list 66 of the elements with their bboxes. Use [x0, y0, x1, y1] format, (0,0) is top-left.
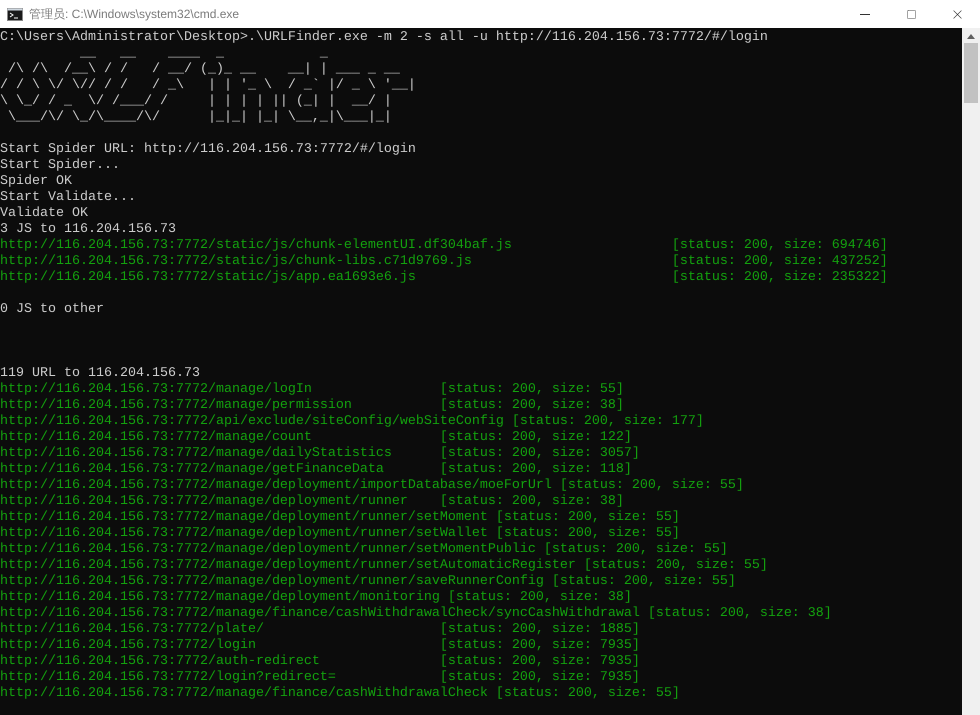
group-heading: 119 URL to 116.204.156.73 — [0, 366, 200, 382]
window-title: 管理员: C:\Windows\system32\cmd.exe — [29, 6, 240, 23]
url-text: http://116.204.156.73:7772/static/js/chunk-libs.c71d9769.js — [0, 254, 473, 270]
log-line: Spider OK — [0, 174, 72, 190]
scrollbar-thumb[interactable] — [964, 43, 978, 103]
url-text: http://116.204.156.73:7772/manage/logIn — [0, 382, 313, 398]
url-text: http://116.204.156.73:7772/manage/permission — [0, 398, 353, 414]
status-text: [status: 200, size: 1885] — [440, 622, 640, 638]
url-text: http://116.204.156.73:7772/api/exclude/siteConfig/webSiteConfig — [0, 414, 505, 430]
scroll-up-arrow-icon[interactable] — [967, 34, 975, 39]
status-text: [status: 200, size: 7935] — [440, 638, 640, 654]
log-line: Validate OK — [0, 206, 88, 222]
url-text: http://116.204.156.73:7772/manage/deployment/runner/setWallet — [0, 526, 489, 542]
url-text: http://116.204.156.73:7772/manage/finance/cashWithdrawalCheck — [0, 686, 489, 702]
command-line: C:\Users\Administrator\Desktop>.\URLFinder.exe -m 2 -s all -u http://116.204.156.73:7772/#/login — [0, 30, 769, 46]
url-text: http://116.204.156.73:7772/manage/count — [0, 430, 313, 446]
status-text: [status: 200, size: 7935] — [440, 670, 640, 686]
ascii-banner-line: /\ /\ /__\ / / / __/ (_)_ __ __| | ___ _ __ — [6, 62, 400, 78]
terminal-icon — [7, 8, 23, 20]
status-text: [status: 200, size: 55] — [552, 574, 736, 590]
status-text: [status: 200, size: 118] — [440, 462, 632, 478]
url-text: http://116.204.156.73:7772/manage/deployment/monitoring — [0, 590, 441, 606]
group-heading: 3 JS to 116.204.156.73 — [0, 222, 176, 238]
ascii-banner-line: / / \ \/ \// / / / _\ | | '_ \ / _` |/ _ \ '__| — [0, 78, 416, 94]
status-text: [status: 200, size: 7935] — [440, 654, 640, 670]
status-text: [status: 200, size: 38] — [648, 606, 832, 622]
status-text: [status: 200, size: 55] — [584, 558, 768, 574]
status-text: [status: 200, size: 55] — [544, 542, 728, 558]
url-text: http://116.204.156.73:7772/manage/deployment/runner — [0, 494, 409, 510]
status-text: [status: 200, size: 235322] — [672, 270, 888, 286]
maximize-icon — [906, 8, 916, 20]
group-heading: 0 JS to other — [0, 302, 104, 318]
ascii-banner-line: \___/\/ \_/\____/\/ |_|_| |_| \__,_|\___|_| — [6, 110, 392, 126]
log-line: Start Spider URL: http://116.204.156.73:7772/#/login — [0, 142, 416, 158]
status-text: [status: 200, size: 122] — [440, 430, 632, 446]
status-text: [status: 200, size: 437252] — [672, 254, 888, 270]
log-line: Start Validate... — [0, 190, 136, 206]
url-text: http://116.204.156.73:7772/manage/deployment/runner/setMoment — [0, 510, 489, 526]
url-text: http://116.204.156.73:7772/manage/deployment/runner/saveRunnerConfig — [0, 574, 545, 590]
url-text: http://116.204.156.73:7772/login — [0, 638, 257, 654]
log-line: Start Spider... — [0, 158, 120, 174]
url-text: http://116.204.156.73:7772/auth-redirect — [0, 654, 321, 670]
status-text: [status: 200, size: 38] — [440, 398, 624, 414]
url-text: http://116.204.156.73:7772/manage/deployment/importDatabase/moeForUrl — [0, 478, 553, 494]
url-text: http://116.204.156.73:7772/login?redirect= — [0, 670, 337, 686]
ascii-banner-line: __ __ ____ _ _ — [78, 46, 328, 62]
status-text: [status: 200, size: 38] — [440, 494, 624, 510]
status-text: [status: 200, size: 55] — [440, 382, 624, 398]
status-text: [status: 200, size: 55] — [496, 510, 680, 526]
url-text: http://116.204.156.73:7772/manage/deployment/runner/setMomentPublic — [0, 542, 537, 558]
status-text: [status: 200, size: 55] — [496, 526, 680, 542]
url-text: http://116.204.156.73:7772/plate/ — [0, 622, 265, 638]
url-text: http://116.204.156.73:7772/manage/dailyStatistics — [0, 446, 393, 462]
status-text: [status: 200, size: 55] — [560, 478, 744, 494]
url-text: http://116.204.156.73:7772/manage/getFinanceData — [0, 462, 385, 478]
url-text: http://116.204.156.73:7772/static/js/app.ea1693e6.js — [0, 270, 417, 286]
status-text: [status: 200, size: 694746] — [672, 238, 888, 254]
status-text: [status: 200, size: 3057] — [440, 446, 640, 462]
status-text: [status: 200, size: 38] — [448, 590, 632, 606]
scrollbar[interactable] — [962, 28, 980, 715]
status-text: [status: 200, size: 177] — [512, 414, 704, 430]
url-text: http://116.204.156.73:7772/manage/finance/cashWithdrawalCheck/syncCashWithdrawal — [0, 606, 641, 622]
url-text: http://116.204.156.73:7772/static/js/chunk-elementUI.df304baf.js — [0, 238, 513, 254]
ascii-banner-line: \ \_/ / _ \/ /___/ / | | | | || (_| | __/ | — [0, 94, 392, 110]
url-text: http://116.204.156.73:7772/manage/deployment/runner/setAutomaticRegister — [0, 558, 577, 574]
status-text: [status: 200, size: 55] — [496, 686, 680, 702]
